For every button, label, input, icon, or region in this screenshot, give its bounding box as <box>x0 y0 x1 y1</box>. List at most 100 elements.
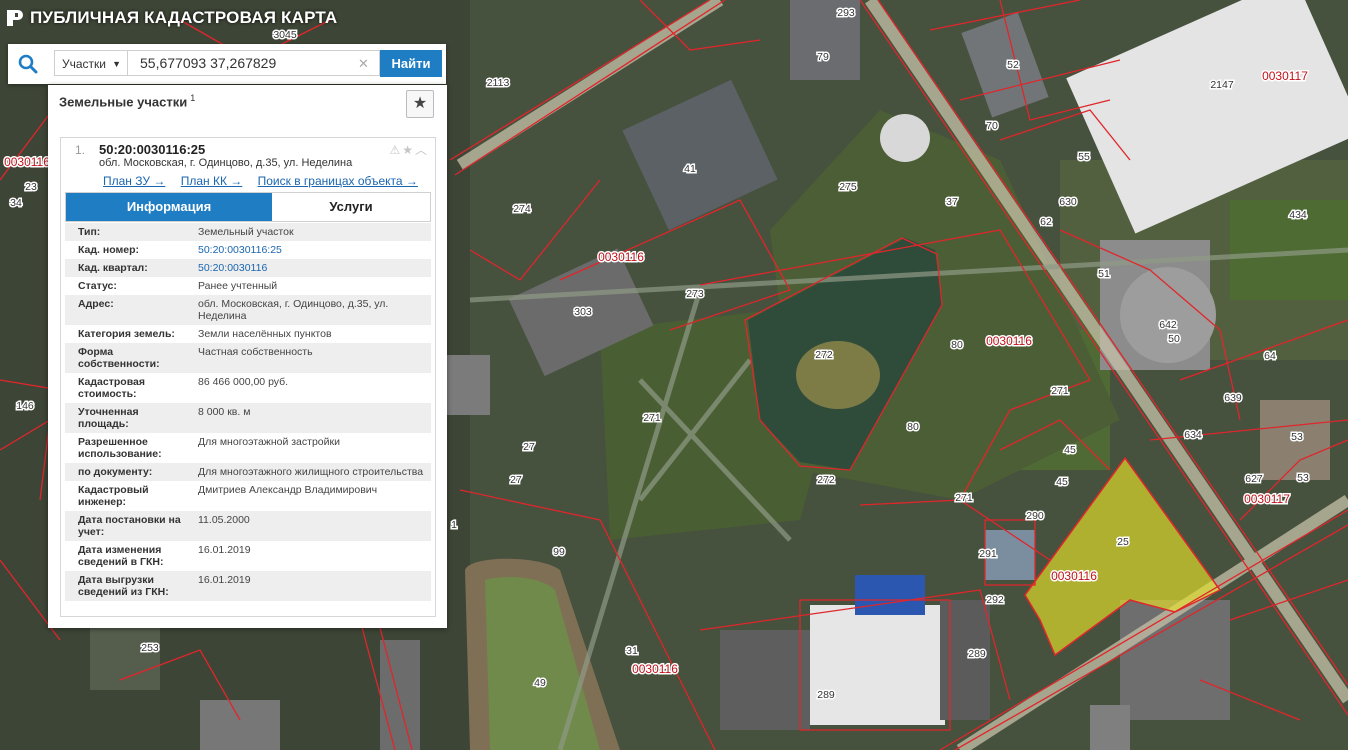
parcel-label: 23 <box>25 181 37 193</box>
search-bar: Участки ▼ ✕ Найти <box>8 44 446 84</box>
chevron-up-icon[interactable]: ︿ <box>415 143 429 157</box>
attribute-value: Земли населённых пунктов <box>198 328 332 340</box>
attribute-value: Для многоэтажной застройки <box>198 436 340 448</box>
quarter-label: 0030116 <box>1051 569 1097 583</box>
parcel-label: 272 <box>817 474 835 486</box>
parcel-label: 289 <box>968 648 986 660</box>
parcel-label: 271 <box>1051 385 1069 397</box>
parcel-label: 273 <box>686 288 704 300</box>
attribute-row: Кад. квартал: 50:20:0030116 <box>65 259 431 277</box>
quarter-label: 0030116 <box>4 155 50 169</box>
attribute-value: Дмитриев Александр Владимирович <box>198 484 378 496</box>
parcel-label: 45 <box>1064 444 1076 456</box>
attribute-value[interactable]: 50:20:0030116:25 <box>185 241 431 259</box>
quarter-label: 0030116 <box>632 662 678 676</box>
attribute-value: 16.01.2019 <box>198 544 251 556</box>
attribute-key: Тип: <box>78 226 101 238</box>
close-icon[interactable]: ✕ <box>358 56 369 72</box>
attribute-key: Кадастровый инженер: <box>78 484 149 508</box>
warning-icon[interactable]: ⚠ <box>389 143 402 157</box>
parcel-label: 70 <box>986 120 998 132</box>
attribute-key: Категория земель: <box>78 328 175 340</box>
parcel-label: 55 <box>1078 151 1090 163</box>
attribute-value[interactable]: 50:20:0030116 <box>185 259 431 277</box>
star-icon: ★ <box>412 95 428 112</box>
tab-services[interactable]: Услуги <box>272 193 430 221</box>
chevron-down-icon: ▼ <box>112 59 121 69</box>
attribute-key: Кад. квартал: <box>78 262 148 274</box>
search-type-select[interactable]: Участки ▼ <box>54 50 128 76</box>
panel-title-text: Земельные участки <box>59 94 188 110</box>
parcel-label: 630 <box>1059 196 1077 208</box>
parcel-label: 642 <box>1159 319 1177 331</box>
attribute-key: Дата изменения сведений в ГКН: <box>78 544 164 568</box>
parcel-label: 2147 <box>1210 79 1234 91</box>
parcel-label: 25 <box>1117 536 1129 548</box>
attribute-row: Дата изменения сведений в ГКН: 16.01.2019 <box>65 541 431 571</box>
attribute-row: по документу: Для многоэтажного жилищного… <box>65 463 431 481</box>
card-links: План ЗУ → План КК → Поиск в границах объ… <box>103 174 430 188</box>
parcel-label: 274 <box>513 203 531 215</box>
quarter-label: 0030117 <box>1262 69 1308 83</box>
parcel-label: 1 <box>451 519 457 531</box>
parcel-label: 80 <box>907 421 919 433</box>
parcel-label: 434 <box>1289 209 1307 221</box>
parcel-label: 51 <box>1098 268 1110 280</box>
search-input[interactable] <box>128 50 380 76</box>
parcel-label: 271 <box>955 492 973 504</box>
magnifier-icon[interactable] <box>18 54 38 74</box>
attribute-key: Разрешенное использование: <box>78 436 162 460</box>
parcel-label: 289 <box>817 689 835 701</box>
registry-logo-icon <box>7 10 23 26</box>
attribute-value: 86 466 000,00 руб. <box>198 376 289 388</box>
parcel-label: 50 <box>1168 333 1180 345</box>
parcel-label: 293 <box>837 7 855 19</box>
attribute-row: Разрешенное использование: Для многоэтажн… <box>65 433 431 463</box>
card-tools: ⚠★︿ <box>389 141 429 158</box>
attribute-row: Адрес: обл. Московская, г. Одинцово, д.35… <box>65 295 431 325</box>
attribute-key: по документу: <box>78 466 153 478</box>
parcel-label: 639 <box>1224 392 1242 404</box>
parcel-label: 52 <box>1007 59 1019 71</box>
quarter-label: 0030116 <box>598 250 644 264</box>
attribute-value: 11.05.2000 <box>198 514 250 526</box>
plan-kk-link[interactable]: План КК → <box>181 174 243 188</box>
app-header: ПУБЛИЧНАЯ КАДАСТРОВАЯ КАРТА <box>0 0 337 36</box>
favorites-button[interactable]: ★ <box>406 90 434 118</box>
search-within-link[interactable]: Поиск в границах объекта → <box>258 174 418 188</box>
attribute-value: Ранее учтенный <box>198 280 278 292</box>
parcel-label: 627 <box>1245 473 1263 485</box>
attribute-key: Дата постановки на учет: <box>78 514 181 538</box>
plan-zu-link[interactable]: План ЗУ → <box>103 174 165 188</box>
card-tabs: Информация Услуги <box>65 192 431 222</box>
attribute-key: Кад. номер: <box>78 244 140 256</box>
parcel-label: 634 <box>1184 429 1202 441</box>
parcel-label: 99 <box>553 546 565 558</box>
panel-title: Земельные участки 1 <box>59 93 195 109</box>
attribute-key: Уточненная площадь: <box>78 406 139 430</box>
search-type-label: Участки <box>62 57 106 71</box>
attribute-table: Тип: Земельный участок Кад. номер: 50:20:00… <box>65 223 431 601</box>
parcel-label: 291 <box>979 548 997 560</box>
result-count: 1 <box>190 93 196 103</box>
parcel-label: 271 <box>643 412 661 424</box>
parcel-label: 146 <box>16 400 34 412</box>
star-icon[interactable]: ★ <box>402 143 415 157</box>
find-button[interactable]: Найти <box>380 50 442 77</box>
parcel-label: 34 <box>10 197 22 209</box>
attribute-key: Кадастровая стоимость: <box>78 376 145 400</box>
parcel-label: 80 <box>951 339 963 351</box>
parcel-label: 2113 <box>487 77 510 89</box>
parcel-label: 275 <box>839 181 857 193</box>
parcel-label: 53 <box>1297 472 1309 484</box>
attribute-value: 8 000 кв. м <box>198 406 251 418</box>
attribute-row: Кадастровый инженер: Дмитриев Александр В… <box>65 481 431 511</box>
attribute-row: Статус: Ранее учтенный <box>65 277 431 295</box>
parcel-label: 79 <box>817 51 829 63</box>
tab-information[interactable]: Информация <box>66 193 272 221</box>
attribute-row: Кад. номер: 50:20:0030116:25 <box>65 241 431 259</box>
attribute-row: Дата выгрузки сведений из ГКН: 16.01.2019 <box>65 571 431 601</box>
attribute-row: Кадастровая стоимость: 86 466 000,00 руб. <box>65 373 431 403</box>
attribute-key: Форма собственности: <box>78 346 160 370</box>
result-card[interactable]: 1. 50:20:0030116:25 обл. Московская, г. … <box>60 137 436 617</box>
